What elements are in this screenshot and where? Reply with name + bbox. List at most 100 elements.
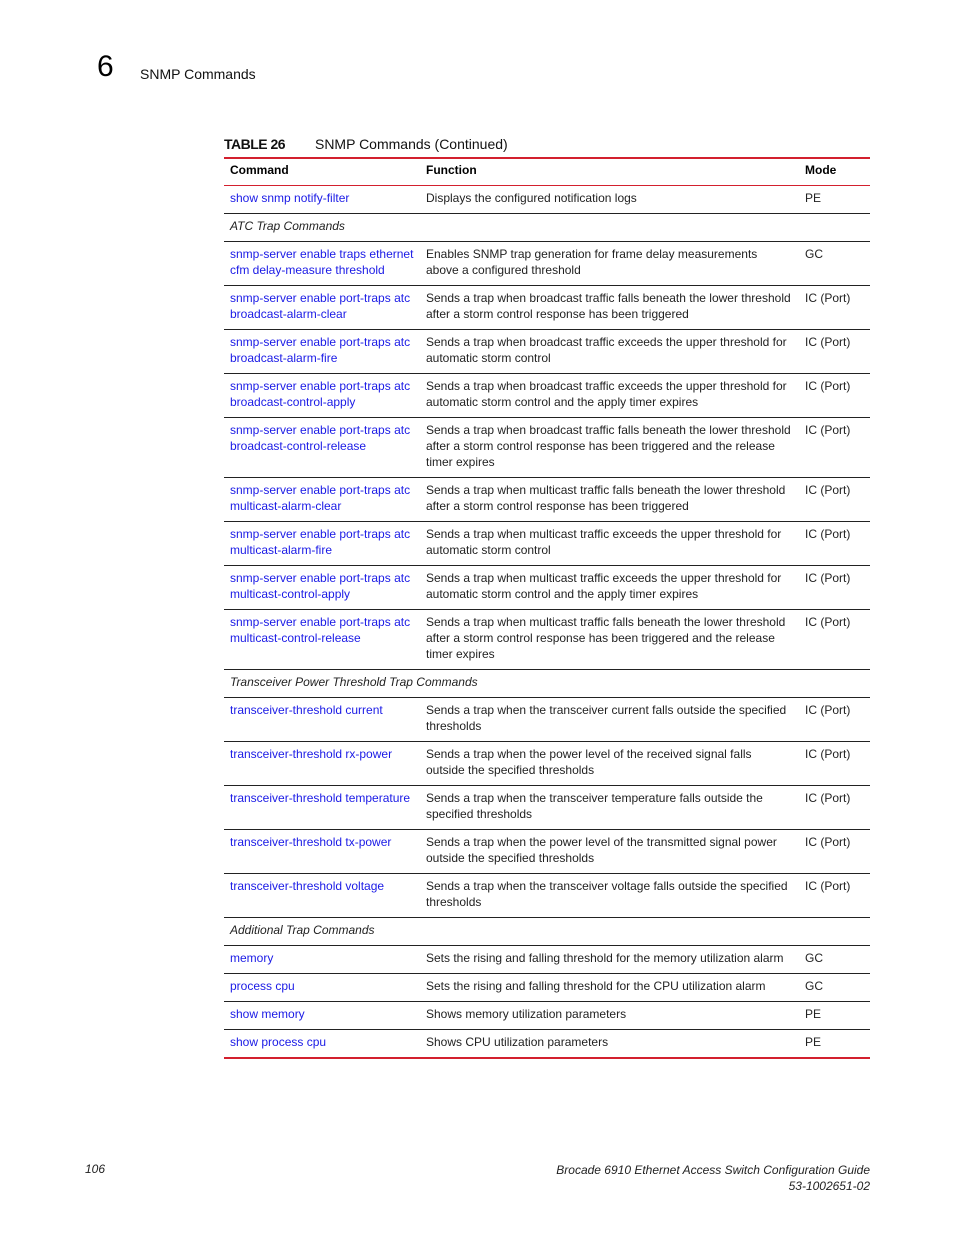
command-link[interactable]: show snmp notify-filter — [230, 191, 349, 205]
command-link[interactable]: transceiver-threshold tx-power — [230, 835, 391, 849]
mode-cell: IC (Port) — [799, 741, 870, 786]
footer-doc-title: Brocade 6910 Ethernet Access Switch Conf… — [556, 1163, 870, 1177]
function-cell: Sends a trap when broadcast traffic exce… — [420, 329, 799, 374]
table-row: show snmp notify-filter Displays the conf… — [224, 185, 870, 214]
command-link[interactable]: snmp-server enable port-traps atc multic… — [230, 527, 410, 557]
function-cell: Sends a trap when broadcast traffic fall… — [420, 285, 799, 330]
command-cell: snmp-server enable port-traps atc multic… — [224, 521, 420, 566]
command-cell: snmp-server enable port-traps atc broadc… — [224, 285, 420, 330]
command-cell: snmp-server enable port-traps atc broadc… — [224, 417, 420, 478]
function-cell: Shows memory utilization parameters — [420, 1001, 799, 1030]
function-cell: Shows CPU utilization parameters — [420, 1029, 799, 1059]
chapter-title: SNMP Commands — [140, 66, 256, 82]
column-header-function: Function — [420, 157, 799, 186]
command-link[interactable]: snmp-server enable port-traps atc broadc… — [230, 423, 410, 453]
table-row: transceiver-threshold temperature Sends a… — [224, 785, 870, 830]
function-cell: Sends a trap when multicast traffic fall… — [420, 477, 799, 522]
table-row: snmp-server enable port-traps atc broadc… — [224, 373, 870, 418]
table-row: memory Sets the rising and falling thresh… — [224, 945, 870, 974]
mode-cell: IC (Port) — [799, 565, 870, 610]
mode-cell: IC (Port) — [799, 373, 870, 418]
chapter-number: 6 — [97, 50, 114, 83]
table-row: transceiver-threshold tx-power Sends a tr… — [224, 829, 870, 874]
table-row: transceiver-threshold current Sends a tra… — [224, 697, 870, 742]
command-link[interactable]: snmp-server enable port-traps atc multic… — [230, 615, 410, 645]
command-cell: show memory — [224, 1001, 420, 1030]
table-header-row: Command Function Mode — [224, 157, 870, 186]
command-cell: transceiver-threshold temperature — [224, 785, 420, 830]
mode-cell: IC (Port) — [799, 785, 870, 830]
function-cell: Enables SNMP trap generation for frame d… — [420, 241, 799, 286]
command-cell: memory — [224, 945, 420, 974]
command-link[interactable]: transceiver-threshold current — [230, 703, 383, 717]
command-link[interactable]: show memory — [230, 1007, 305, 1021]
command-link[interactable]: snmp-server enable port-traps atc broadc… — [230, 379, 410, 409]
table-row: snmp-server enable port-traps atc multic… — [224, 521, 870, 566]
table-row: snmp-server enable port-traps atc multic… — [224, 609, 870, 670]
mode-cell: IC (Port) — [799, 829, 870, 874]
section-header-label: ATC Trap Commands — [224, 213, 870, 242]
section-header-label: Additional Trap Commands — [224, 917, 870, 946]
command-link[interactable]: process cpu — [230, 979, 295, 993]
table-row: transceiver-threshold voltage Sends a tra… — [224, 873, 870, 918]
command-link[interactable]: snmp-server enable port-traps atc multic… — [230, 483, 410, 513]
command-cell: snmp-server enable traps ethernet cfm de… — [224, 241, 420, 286]
table-title: SNMP Commands (Continued) — [314, 136, 508, 152]
section-header-row: Additional Trap Commands — [224, 917, 870, 946]
mode-cell: IC (Port) — [799, 417, 870, 478]
function-cell: Sends a trap when the transceiver curren… — [420, 697, 799, 742]
command-cell: transceiver-threshold rx-power — [224, 741, 420, 786]
command-link[interactable]: snmp-server enable port-traps atc multic… — [230, 571, 410, 601]
mode-cell: IC (Port) — [799, 609, 870, 670]
table-row: snmp-server enable port-traps atc broadc… — [224, 329, 870, 374]
section-header-label: Transceiver Power Threshold Trap Command… — [224, 669, 870, 698]
command-link[interactable]: transceiver-threshold voltage — [230, 879, 384, 893]
footer-doc-number: 53-1002651-02 — [788, 1179, 870, 1193]
command-link[interactable]: transceiver-threshold rx-power — [230, 747, 392, 761]
table-row: snmp-server enable port-traps atc multic… — [224, 477, 870, 522]
section-header-row: ATC Trap Commands — [224, 213, 870, 242]
command-link[interactable]: show process cpu — [230, 1035, 326, 1049]
mode-cell: GC — [799, 973, 870, 1002]
function-cell: Displays the configured notification log… — [420, 185, 799, 214]
function-cell: Sends a trap when multicast traffic exce… — [420, 521, 799, 566]
command-cell: transceiver-threshold current — [224, 697, 420, 742]
function-cell: Sends a trap when broadcast traffic exce… — [420, 373, 799, 418]
command-link[interactable]: memory — [230, 951, 273, 965]
command-link[interactable]: snmp-server enable traps ethernet cfm de… — [230, 247, 413, 277]
function-cell: Sends a trap when the transceiver voltag… — [420, 873, 799, 918]
table-caption: TABLE 26 SNMP Commands (Continued) — [224, 136, 508, 152]
mode-cell: IC (Port) — [799, 521, 870, 566]
table-row: snmp-server enable port-traps atc broadc… — [224, 285, 870, 330]
command-cell: snmp-server enable port-traps atc multic… — [224, 477, 420, 522]
table-label: TABLE 26 — [224, 136, 286, 152]
table-row: snmp-server enable port-traps atc broadc… — [224, 417, 870, 478]
mode-cell: GC — [799, 945, 870, 974]
function-cell: Sends a trap when multicast traffic exce… — [420, 565, 799, 610]
table-row: snmp-server enable traps ethernet cfm de… — [224, 241, 870, 286]
table-row: transceiver-threshold rx-power Sends a tr… — [224, 741, 870, 786]
mode-cell: PE — [799, 185, 870, 214]
command-cell: snmp-server enable port-traps atc broadc… — [224, 373, 420, 418]
command-cell: process cpu — [224, 973, 420, 1002]
table-row: show process cpu Shows CPU utilization pa… — [224, 1029, 870, 1059]
column-header-command: Command — [224, 157, 420, 186]
function-cell: Sends a trap when the power level of the… — [420, 829, 799, 874]
function-cell: Sends a trap when broadcast traffic fall… — [420, 417, 799, 478]
function-cell: Sends a trap when the power level of the… — [420, 741, 799, 786]
table-row: show memory Shows memory utilization para… — [224, 1001, 870, 1030]
command-link[interactable]: snmp-server enable port-traps atc broadc… — [230, 291, 410, 321]
snmp-commands-table: Command Function Mode show snmp notify-f… — [224, 157, 870, 1059]
command-cell: show process cpu — [224, 1029, 420, 1059]
mode-cell: IC (Port) — [799, 873, 870, 918]
command-link[interactable]: snmp-server enable port-traps atc broadc… — [230, 335, 410, 365]
command-link[interactable]: transceiver-threshold temperature — [230, 791, 410, 805]
table-row: snmp-server enable port-traps atc multic… — [224, 565, 870, 610]
section-header-row: Transceiver Power Threshold Trap Command… — [224, 669, 870, 698]
mode-cell: IC (Port) — [799, 697, 870, 742]
mode-cell: IC (Port) — [799, 477, 870, 522]
command-cell: transceiver-threshold tx-power — [224, 829, 420, 874]
mode-cell: IC (Port) — [799, 285, 870, 330]
page-number: 106 — [85, 1162, 106, 1176]
table-body: show snmp notify-filter Displays the conf… — [224, 185, 870, 1059]
